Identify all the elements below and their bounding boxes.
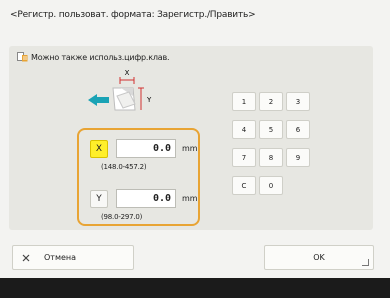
y-axis-button[interactable]: Y xyxy=(90,190,108,208)
hint-row: Можно также использ.цифр.клав. xyxy=(17,52,170,62)
x-value-field[interactable]: 0.0 xyxy=(116,139,176,158)
key-9[interactable]: 9 xyxy=(286,148,310,167)
diagram-y-label: Y xyxy=(146,96,152,104)
dimension-input-group: X 0.0 mm (148.0-457.2) Y 0.0 mm (98.0-29… xyxy=(77,128,200,226)
key-2[interactable]: 2 xyxy=(259,92,283,111)
cancel-label: Отмена xyxy=(44,253,77,262)
key-6[interactable]: 6 xyxy=(286,120,310,139)
key-1[interactable]: 1 xyxy=(232,92,256,111)
size-input-panel: Можно также использ.цифр.клав. X Y X 0.0… xyxy=(9,46,373,230)
x-range: (148.0-457.2) xyxy=(101,163,147,171)
key-3[interactable]: 3 xyxy=(286,92,310,111)
x-axis-button[interactable]: X xyxy=(90,140,108,158)
corner-mark-icon xyxy=(362,259,369,266)
key-8[interactable]: 8 xyxy=(259,148,283,167)
ok-label: OK xyxy=(313,253,325,262)
screen-title: <Регистр. пользоват. формата: Зарегистр.… xyxy=(10,10,256,20)
key-7[interactable]: 7 xyxy=(232,148,256,167)
key-clear[interactable]: C xyxy=(232,176,256,195)
ok-button[interactable]: OK xyxy=(264,245,374,270)
y-unit: mm xyxy=(182,194,198,203)
key-0[interactable]: 0 xyxy=(259,176,283,195)
cancel-button[interactable]: Отмена xyxy=(12,245,134,270)
diagram-x-label: X xyxy=(125,69,130,77)
paper-dimension-diagram: X Y xyxy=(88,69,152,111)
y-value-field[interactable]: 0.0 xyxy=(116,189,176,208)
y-range: (98.0-297.0) xyxy=(101,213,143,221)
close-icon xyxy=(22,254,30,261)
status-footer-bar xyxy=(0,278,390,298)
key-5[interactable]: 5 xyxy=(259,120,283,139)
key-4[interactable]: 4 xyxy=(232,120,256,139)
hint-text: Можно также использ.цифр.клав. xyxy=(31,52,170,62)
x-unit: mm xyxy=(182,144,198,153)
keypad-hint-icon xyxy=(17,52,28,62)
